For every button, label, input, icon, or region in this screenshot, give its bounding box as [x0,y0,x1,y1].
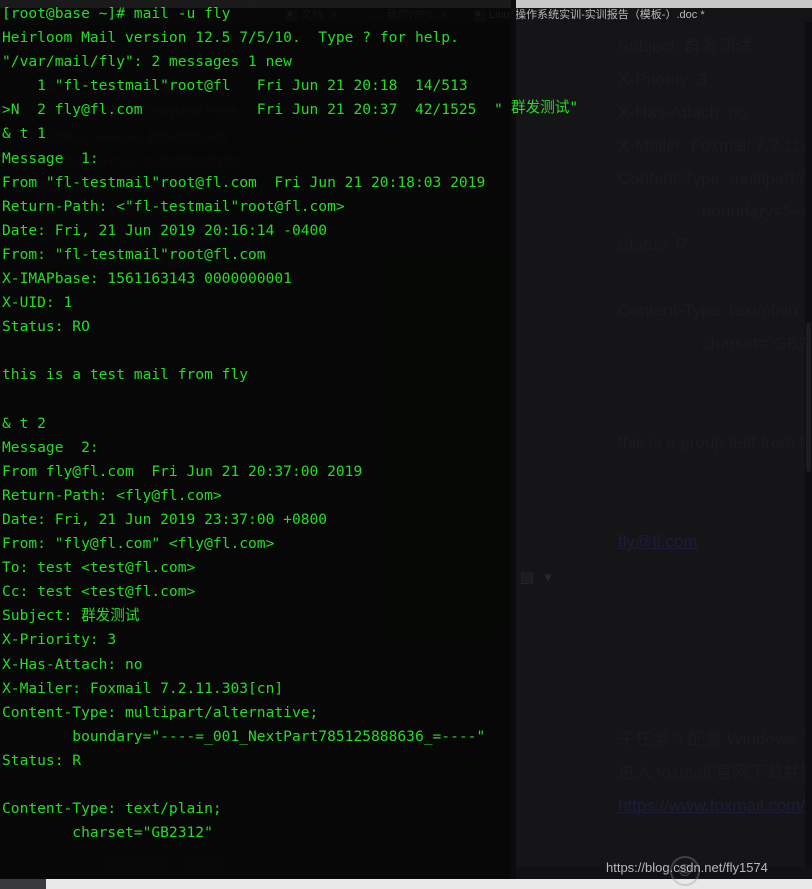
terminal-line: Cc: test <test@fl.com> [2,583,196,601]
document-line: 进入 foxmail 官网下载并安装 [618,763,812,782]
terminal-line: From fly@fl.com Fri Jun 21 20:37:00 2019 [2,462,363,480]
terminal-line: Return-Path: <fly@fl.com> [2,486,222,504]
document-line [618,591,812,624]
document-hyperlink[interactable]: https://www.foxmail.com/ [618,789,812,822]
document-line: 子任务 3 配置 Windows 下的邮件 [618,730,812,749]
terminal-line: X-Has-Attach: no [2,655,143,673]
document-line: this is a group test from fly [618,433,812,452]
terminal-line: Message 1: [2,149,99,167]
terminal-line: & t 1 [2,125,46,143]
terminal-line: Heirloom Mail version 12.5 7/5/10. Type … [2,29,459,47]
document-text-body: Subject: 群发测试 X-Priority: 3 X-Has-Attach: … [618,30,812,822]
terminal-line: X-UID: 1 [2,294,73,312]
document-hyperlink[interactable]: fly@fl.com [618,525,812,558]
terminal-line: From: "fly@fl.com" <fly@fl.com> [2,535,275,553]
terminal-line: & t 2 [2,414,46,432]
document-line: X-Mailer: Foxmail 7.2.11.303[cn] [618,136,812,155]
terminal-line: Date: Fri, 21 Jun 2019 20:16:14 -0400 [2,221,328,239]
terminal-line: Date: Fri, 21 Jun 2019 23:37:00 +0800 [2,510,328,528]
document-page[interactable]: Subject: 群发测试 X-Priority: 3 X-Has-Attach: … [516,22,812,867]
document-line: X-Has-Attach: no [618,103,748,122]
csdn-watermark-url: https://blog.csdn.net/fly1574 [606,860,768,875]
document-line: Subject: 群发测试 [618,37,753,56]
terminal-line: [root@base ~]# mail -u fly [2,5,231,22]
terminal-line: "/var/mail/fly": 2 messages 1 new [2,53,292,71]
document-line [618,558,812,591]
terminal-line: Subject: 群发测试 [2,607,140,625]
terminal-line: Status: RO [2,318,90,336]
document-line: Content-Type: multipart/alternative; [618,169,812,188]
terminal-line: X-IMAPbase: 1561163143 0000000001 [2,270,292,288]
terminal-line: Status: R [2,751,82,769]
terminal-line: Content-Type: multipart/alternative; [2,703,319,721]
document-line: Status: R [618,235,688,254]
terminal-line: >N 2 fly@fl.com Fri Jun 21 20:37 42/1525… [2,101,503,119]
document-scrollbar[interactable] [805,22,812,867]
document-line [618,690,812,723]
document-line: boundary="----=_001_NextPart78512588 [702,202,812,221]
screen-root: 文档 ✕ W 我的WPS ✕ Linux操作系统实训-实训报告（模板-）.doc… [0,0,812,889]
document-scrollbar-thumb[interactable] [806,322,811,472]
terminal-window[interactable]: [root@base ~]# mail -u fly Heirloom Mail … [0,0,511,889]
taskbar-left-segment [0,879,46,889]
document-line: X-Priority: 3 [618,70,707,89]
terminal-line: X-Mailer: Foxmail 7.2.11.303[cn] [2,679,284,697]
terminal-line: Return-Path: <"fl-testmail"root@fl.com> [2,197,345,215]
terminal-line: To: test <test@fl.com> [2,559,196,577]
terminal-line: From "fl-testmail"root@fl.com Fri Jun 21… [2,173,486,191]
terminal-line: X-Priority: 3 [2,631,117,649]
document-line [618,657,812,690]
terminal-line: Content-Type: text/plain; [2,800,222,818]
document-line [618,624,812,657]
terminal-line: this is a test mail from fly [2,366,249,384]
document-line [618,492,812,525]
document-line [618,261,812,294]
document-line [618,393,812,426]
document-line: Content-Type: text/plain; [618,301,803,320]
document-line [618,360,812,393]
terminal-line: boundary="----=_001_NextPart785125888636… [2,727,486,745]
terminal-line: charset="GB2312" [2,824,213,842]
terminal-line: From: "fl-testmail"root@fl.com [2,245,266,263]
terminal-right-edge [511,0,516,889]
document-line [618,459,812,492]
document-line: charset="GB2312" [702,334,812,353]
page-setup-icon[interactable]: ▤ ▾ [520,568,555,586]
terminal-line: Message 2: [2,438,99,456]
terminal-line: 1 "fl-testmail"root@fl Fri Jun 21 20:18 … [2,77,468,95]
tab-linux-report-label: Linux操作系统实训-实训报告（模板-）.doc * [488,9,705,21]
